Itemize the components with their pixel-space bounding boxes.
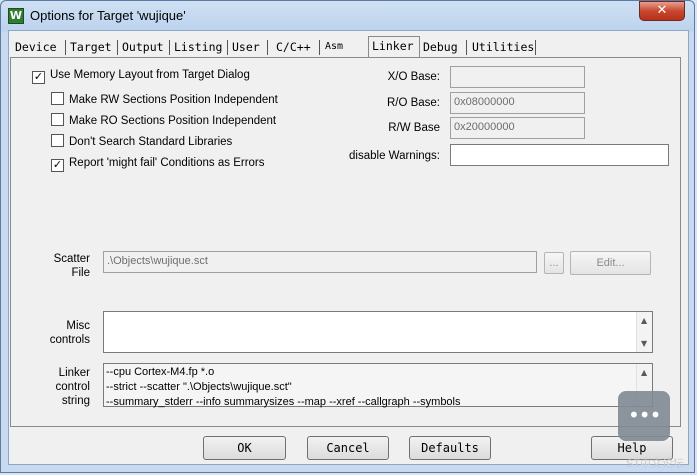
linker-line: --cpu Cortex-M4.fp *.o <box>106 366 215 378</box>
cancel-button[interactable]: Cancel <box>307 436 389 460</box>
checkbox-label: Use Memory Layout from Target Dialog <box>50 69 250 81</box>
ro-position-independent-checkbox[interactable]: Make RO Sections Position Independent <box>51 113 276 129</box>
edit-scatter-button[interactable]: Edit... <box>570 251 651 275</box>
tab-separator <box>319 40 320 55</box>
scroll-down-icon[interactable]: ▼ <box>641 339 647 348</box>
chat-dots-icon: ••• <box>628 403 661 427</box>
misc-controls-label: Misc controls <box>49 320 90 346</box>
scatter-file-field[interactable]: .\Objects\wujique.sct <box>103 251 537 273</box>
tab-asm[interactable]: Asm <box>322 38 346 57</box>
watermark-text: ST中文论坛 <box>626 458 685 470</box>
rw-base-label: R/W Base <box>388 122 440 134</box>
misc-scrollbar[interactable]: ▲ ▼ <box>636 312 652 352</box>
ro-base-label: R/O Base: <box>386 97 440 109</box>
tab-separator <box>267 40 268 55</box>
linker-line: --summary_stderr --info summarysizes --m… <box>106 396 461 408</box>
checkbox-label: Don't Search Standard Libraries <box>69 136 233 148</box>
linker-line: --strict --scatter ".\Objects\wujique.sc… <box>106 381 292 393</box>
linker-control-string-textarea[interactable]: --cpu Cortex-M4.fp *.o --strict --scatter… <box>103 363 653 410</box>
tab-debug[interactable]: Debug <box>420 38 461 57</box>
tab-output[interactable]: Output <box>119 38 167 57</box>
checkbox-unchecked-icon <box>51 113 64 126</box>
tab-target[interactable]: Target <box>67 38 115 57</box>
rw-position-independent-checkbox[interactable]: Make RW Sections Position Independent <box>51 92 278 108</box>
tab-user[interactable]: User <box>229 38 263 57</box>
tab-separator <box>535 40 536 55</box>
tab-separator <box>466 40 467 55</box>
defaults-button[interactable]: Defaults <box>409 436 491 460</box>
checkbox-label: Make RO Sections Position Independent <box>69 115 277 127</box>
dont-search-stdlib-checkbox[interactable]: Don't Search Standard Libraries <box>51 134 232 150</box>
scroll-up-icon[interactable]: ▲ <box>641 368 647 377</box>
tab-listing[interactable]: Listing <box>171 38 225 57</box>
checkbox-unchecked-icon <box>51 134 64 147</box>
browse-scatter-button[interactable]: ... <box>544 252 564 274</box>
window-title: Options for Target 'wujique' <box>30 8 186 23</box>
tab-device[interactable]: Device <box>12 38 60 57</box>
scroll-up-icon[interactable]: ▲ <box>641 316 647 325</box>
close-button[interactable]: ✕ <box>639 1 685 21</box>
checkbox-label: Make RW Sections Position Independent <box>69 94 278 106</box>
title-bar[interactable]: W Options for Target 'wujique' ✕ <box>0 0 697 30</box>
disable-warnings-label: disable Warnings: <box>349 150 440 162</box>
xo-base-field[interactable] <box>450 66 585 88</box>
scatter-file-label: Scatter File <box>53 253 90 279</box>
tab-c-cpp[interactable]: C/C++ <box>273 38 314 57</box>
checkbox-checked-icon: ✓ <box>32 70 45 84</box>
use-memory-layout-checkbox[interactable]: ✓ Use Memory Layout from Target Dialog <box>32 67 250 84</box>
tab-linker[interactable]: Linker <box>368 36 420 57</box>
checkbox-label: Report 'might fail' Conditions as Errors <box>69 157 265 169</box>
tab-separator <box>117 40 118 55</box>
ok-button[interactable]: OK <box>203 436 286 460</box>
xo-base-label: X/O Base: <box>387 71 440 83</box>
report-might-fail-checkbox[interactable]: ✓ Report 'might fail' Conditions as Error… <box>51 155 265 172</box>
keil-app-icon: W <box>8 8 24 24</box>
rw-base-field[interactable]: 0x20000000 <box>450 117 585 139</box>
checkbox-unchecked-icon <box>51 92 64 105</box>
close-icon: ✕ <box>656 3 668 18</box>
linker-control-lines: --cpu Cortex-M4.fp *.o --strict --scatter… <box>106 365 461 410</box>
tab-separator <box>227 40 228 55</box>
tab-separator <box>169 40 170 55</box>
checkbox-checked-icon: ✓ <box>51 158 64 172</box>
ro-base-field[interactable]: 0x08000000 <box>450 92 585 114</box>
tab-separator <box>65 40 66 55</box>
disable-warnings-input[interactable] <box>450 144 669 166</box>
tab-utilities[interactable]: Utilities <box>469 38 537 57</box>
linker-control-string-label: Linker control string <box>55 367 90 407</box>
misc-controls-textarea[interactable]: ▲ ▼ <box>103 311 653 353</box>
